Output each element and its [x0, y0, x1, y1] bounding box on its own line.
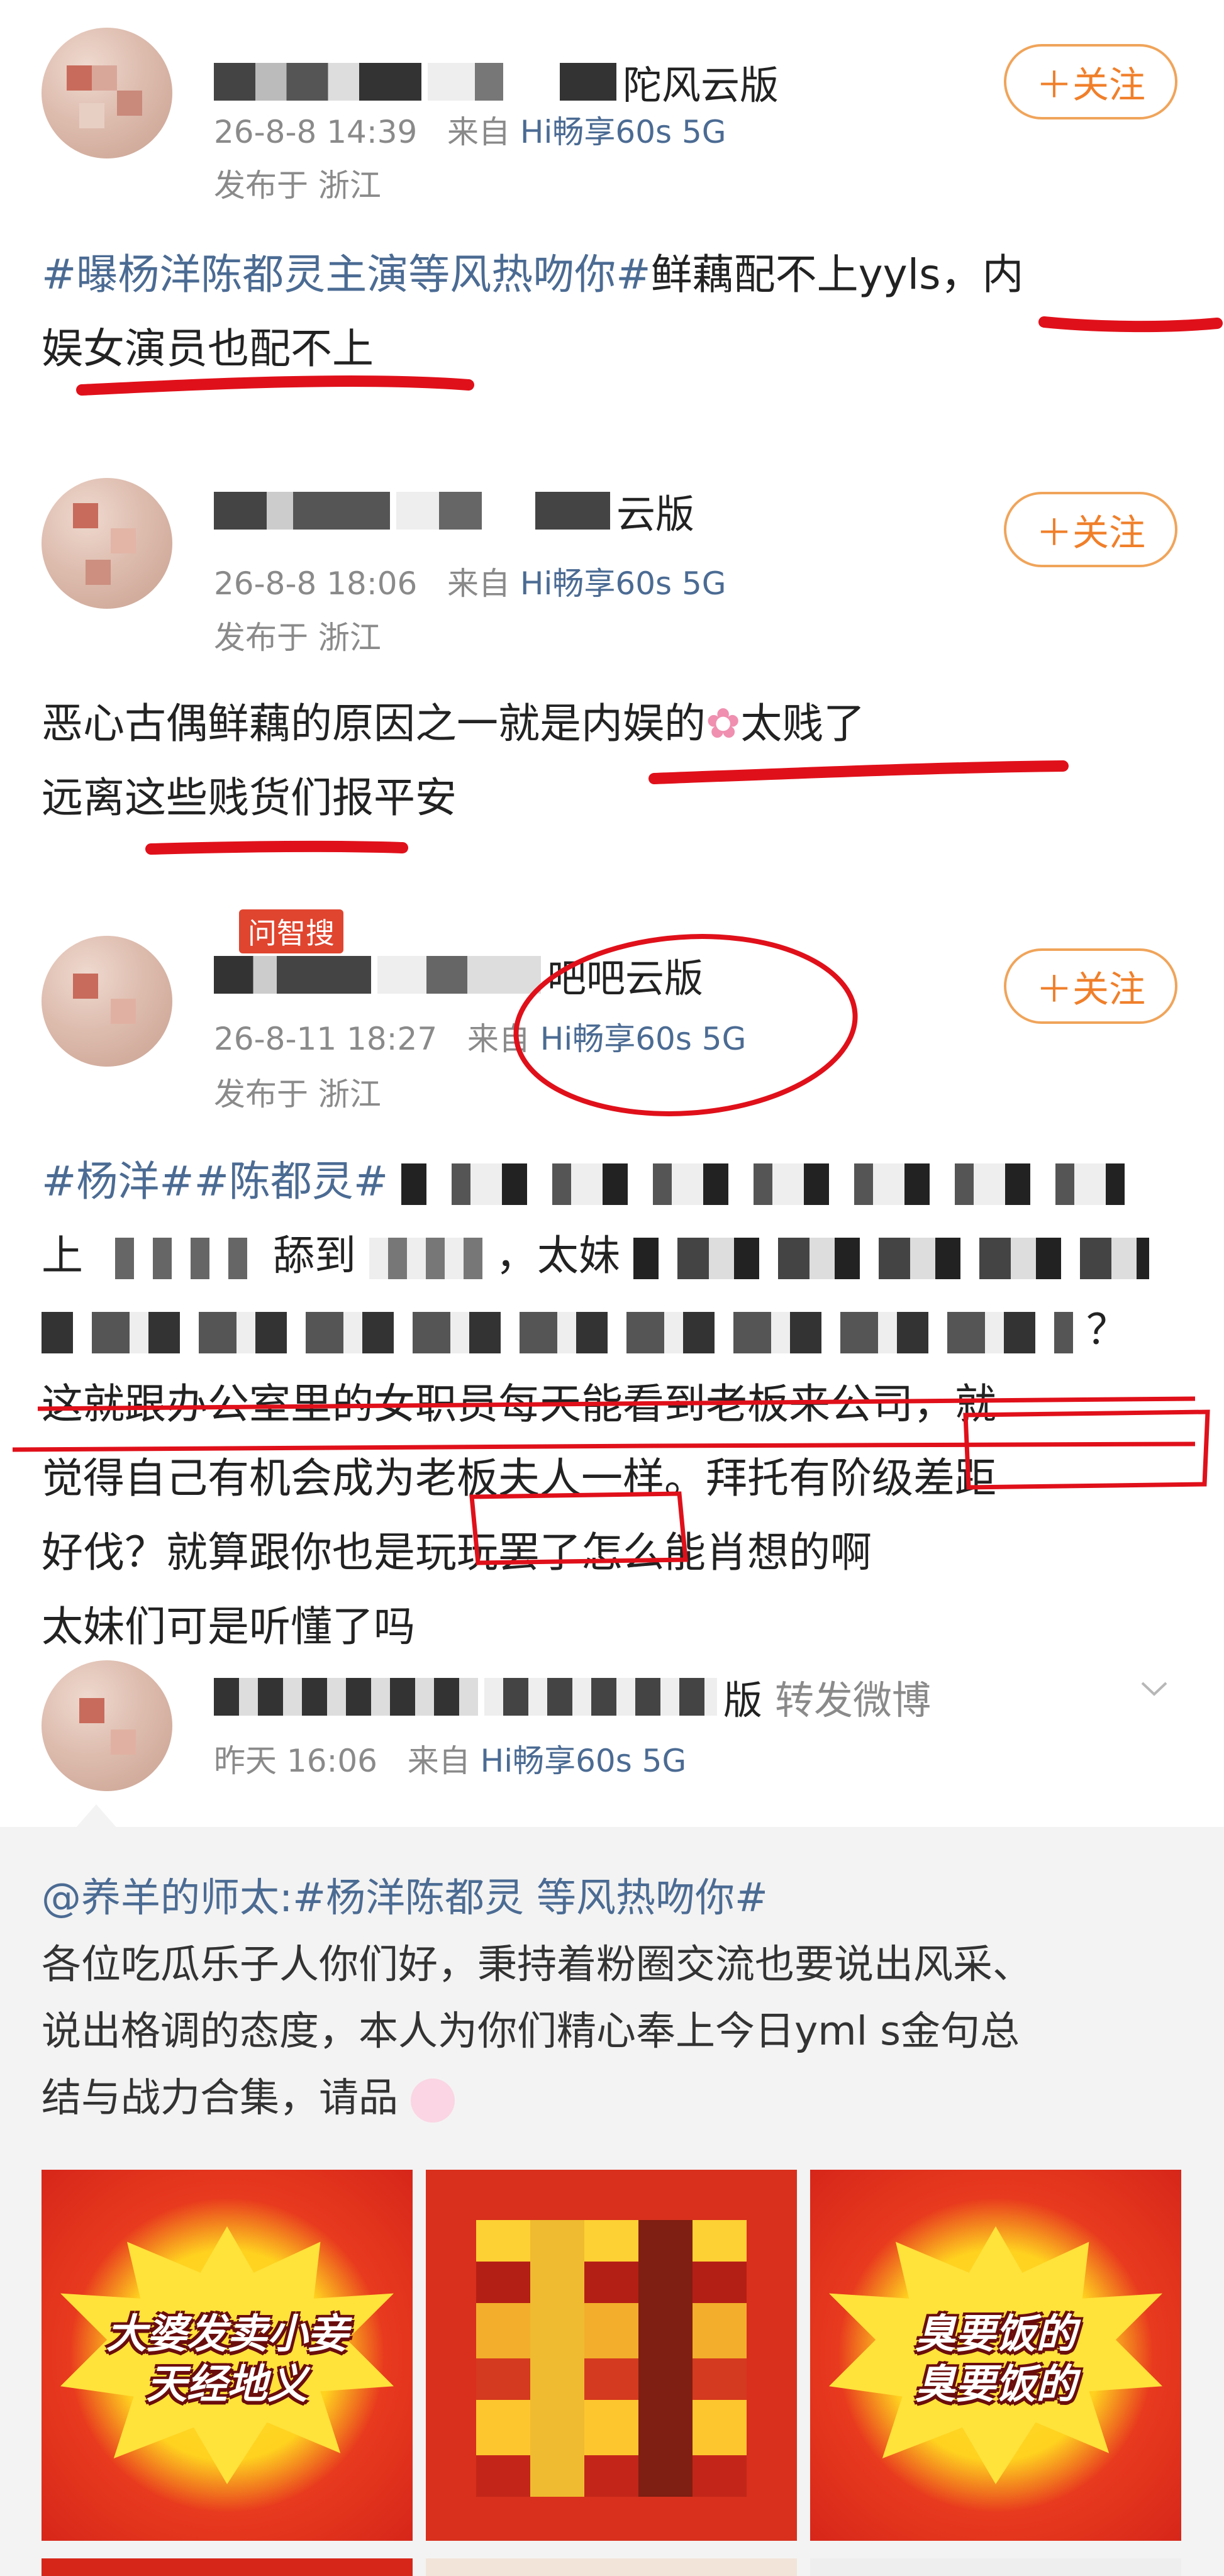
- timestamp: 昨天 16:06: [214, 1743, 377, 1779]
- source-prefix: 来自: [447, 114, 511, 150]
- repost-author-link[interactable]: @养羊的师太:: [42, 1875, 292, 1921]
- image-thumbnail-partial[interactable]: [42, 2558, 413, 2576]
- follow-button[interactable]: ＋关注: [1004, 492, 1177, 567]
- ai-search-badge[interactable]: 问智搜: [239, 909, 343, 953]
- device-link[interactable]: Hi畅享60s 5G: [540, 1021, 747, 1057]
- thumb-caption: 臭要饭的: [915, 2362, 1076, 2408]
- topic-link[interactable]: #曝杨洋陈都灵主演等风热吻你#: [42, 250, 651, 299]
- flower-emoji-icon: ✿: [706, 699, 741, 748]
- repost-action-label: 转发微博: [775, 1677, 932, 1723]
- location: 发布于 浙江: [214, 1076, 381, 1113]
- location: 发布于 浙江: [214, 167, 381, 204]
- text-line: 觉得自己有机会成为老板夫人一样。拜托有阶级差距: [42, 1454, 996, 1502]
- device-link[interactable]: Hi畅享60s 5G: [520, 114, 726, 150]
- username-suffix: 陀风云版: [623, 62, 779, 108]
- blurred-text: [42, 1311, 1073, 1353]
- username[interactable]: 版 转发微博: [214, 1672, 931, 1723]
- text-line: 舔到: [272, 1231, 356, 1280]
- text-line: 太贱了: [740, 699, 865, 748]
- text-line: ，太妹: [495, 1231, 620, 1280]
- blurred-text: [369, 1237, 482, 1279]
- blurred-name: [428, 63, 616, 101]
- blurred-name: [377, 956, 541, 994]
- post-meta: 26-8-8 18:06 来自 Hi畅享60s 5G: [214, 558, 726, 604]
- username-suffix: 吧吧云版: [547, 955, 704, 1001]
- username-suffix: 云版: [616, 491, 695, 537]
- post-text: #杨洋##陈都灵# 上 舔到 ，太妹 ？ 这就跟办公室里的女职员每天能看到老板来…: [42, 1145, 1186, 1664]
- text-line: 恶心古偶鲜藕的原因之一就是内娱的: [42, 699, 706, 748]
- source-prefix: 来自: [407, 1743, 470, 1779]
- timestamp: 26-8-8 14:39: [214, 114, 418, 150]
- thumb-caption: 天经地义: [147, 2362, 308, 2408]
- text-line: 上: [42, 1231, 83, 1280]
- source-prefix: 来自: [467, 1021, 530, 1057]
- blurred-name: [484, 1678, 717, 1716]
- blurred-name: [214, 956, 371, 994]
- blurred-text: [401, 1163, 1125, 1205]
- source-prefix: 来自: [447, 565, 511, 602]
- thumb-caption: 大婆发卖小妾: [106, 2311, 348, 2358]
- follow-button[interactable]: ＋关注: [1004, 948, 1177, 1024]
- blurred-text: [633, 1237, 1149, 1279]
- image-thumbnail[interactable]: 大婆发卖小妾 天经地义: [42, 2170, 413, 2541]
- blurred-name: [396, 492, 610, 530]
- text-line: ？: [1086, 1306, 1128, 1354]
- device-link[interactable]: Hi畅享60s 5G: [481, 1743, 687, 1779]
- image-thumbnail[interactable]: [426, 2170, 797, 2541]
- username-suffix: 版: [723, 1677, 763, 1723]
- post-text: #曝杨洋陈都灵主演等风热吻你#鲜藕配不上yyls，内 娱女演员也配不上: [42, 238, 1186, 386]
- text-line: 这就跟办公室里的女职员每天能看到老板来公司，就: [42, 1380, 996, 1428]
- post-text: 恶心古偶鲜藕的原因之一就是内娱的✿太贱了 远离这些贱货们报平安: [42, 687, 1186, 835]
- topic-link[interactable]: #陈都灵#: [194, 1157, 389, 1206]
- blurred-name: [214, 63, 421, 101]
- post-meta: 昨天 16:06 来自 Hi畅享60s 5G: [214, 1736, 686, 1781]
- text-line: 远离这些贱货们报平安: [42, 774, 457, 822]
- text-line: 各位吃瓜乐子人你们好，秉持着粉圈交流也要说出风采、: [42, 1941, 1032, 1987]
- image-thumbnail-partial[interactable]: [810, 2558, 1181, 2576]
- avatar[interactable]: [42, 1660, 172, 1791]
- username[interactable]: 陀风云版: [214, 57, 779, 108]
- text-line: 娱女演员也配不上: [42, 325, 374, 373]
- repost-text: @养羊的师太:#杨洋陈都灵 等风热吻你# 各位吃瓜乐子人你们好，秉持着粉圈交流也…: [42, 1865, 1186, 2131]
- bunny-emoji-icon: [411, 2078, 455, 2123]
- blurred-name: [214, 1678, 478, 1716]
- image-thumbnail[interactable]: 臭要饭的 臭要饭的: [810, 2170, 1181, 2541]
- location: 发布于 浙江: [214, 619, 381, 656]
- follow-button[interactable]: ＋关注: [1004, 44, 1177, 119]
- username[interactable]: 吧吧云版: [214, 950, 704, 1001]
- text-line: 结与战力合集，请品: [42, 2075, 398, 2121]
- blurred-text: [96, 1237, 260, 1279]
- username[interactable]: 云版: [214, 486, 694, 537]
- post-meta: 26-8-8 14:39 来自 Hi畅享60s 5G: [214, 107, 726, 152]
- avatar[interactable]: [42, 28, 172, 158]
- text-line: 好伐？就算跟你也是玩玩罢了怎么能肖想的啊: [42, 1528, 872, 1577]
- blurred-name: [214, 492, 390, 530]
- timestamp: 26-8-11 18:27: [214, 1021, 438, 1057]
- avatar[interactable]: [42, 478, 172, 609]
- text-line: 说出格调的态度，本人为你们精心奉上今日yml s金句总: [42, 2008, 1020, 2054]
- pointer-notch: [74, 1804, 118, 1829]
- image-thumbnail-partial[interactable]: [426, 2558, 797, 2576]
- text-line: 鲜藕配不上yyls，内: [650, 250, 1024, 299]
- text-line: 太妹们可是听懂了吗: [42, 1602, 415, 1651]
- timestamp: 26-8-8 18:06: [214, 565, 418, 602]
- topic-link[interactable]: #杨洋陈都灵 等风热吻你#: [292, 1875, 768, 1921]
- chevron-down-icon[interactable]: [1138, 1673, 1170, 1704]
- post-meta: 26-8-11 18:27 来自 Hi畅享60s 5G: [214, 1014, 746, 1059]
- thumb-caption: 臭要饭的: [915, 2311, 1076, 2358]
- mosaic-blur: [476, 2220, 747, 2497]
- device-link[interactable]: Hi畅享60s 5G: [520, 565, 726, 602]
- avatar[interactable]: [42, 936, 172, 1067]
- topic-link[interactable]: #杨洋#: [42, 1157, 194, 1206]
